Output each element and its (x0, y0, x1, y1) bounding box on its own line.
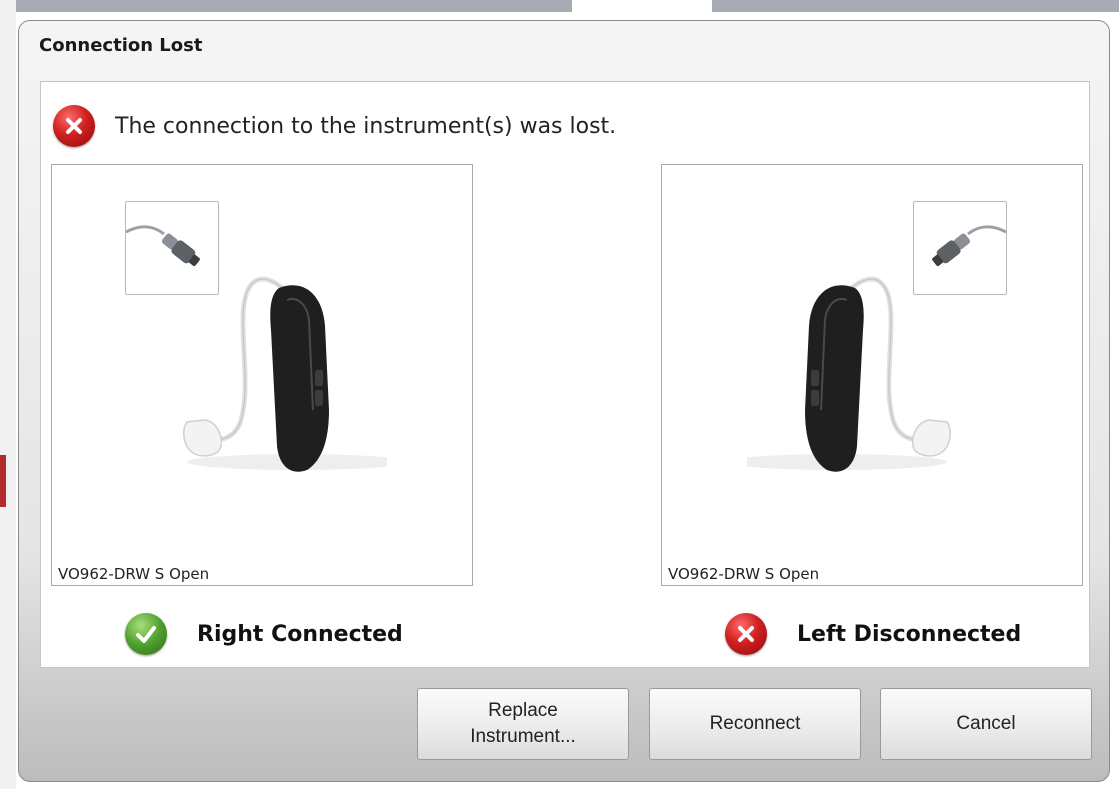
right-instrument-panel: VO962-DRW S Open (51, 164, 473, 586)
reconnect-button[interactable]: Reconnect (649, 688, 861, 760)
hearing-aid-image (147, 260, 407, 490)
instrument-model-label: VO962-DRW S Open (58, 565, 210, 583)
left-instrument-panel: VO962-DRW S Open (661, 164, 1083, 586)
replace-instrument-button[interactable]: Replace Instrument... (417, 688, 629, 760)
error-x-icon (725, 613, 767, 655)
message-row: The connection to the instrument(s) was … (53, 104, 616, 148)
error-message: The connection to the instrument(s) was … (115, 113, 617, 139)
connection-lost-dialog: Connection Lost The connection to the in… (18, 20, 1110, 782)
cancel-button[interactable]: Cancel (880, 688, 1092, 760)
right-status: Right Connected (125, 610, 403, 658)
right-status-label: Right Connected (197, 621, 403, 647)
left-status-label: Left Disconnected (797, 621, 1022, 647)
background-window-gap (572, 0, 712, 12)
checkmark-icon (125, 613, 167, 655)
background-window-left (0, 0, 16, 789)
background-accent (0, 455, 6, 507)
hearing-aid-image (727, 260, 987, 490)
instrument-model-label: VO962-DRW S Open (668, 565, 820, 583)
background-window-strip (0, 0, 1119, 12)
dialog-content: The connection to the instrument(s) was … (40, 81, 1090, 668)
left-status: Left Disconnected (725, 610, 1021, 658)
error-x-icon (53, 105, 95, 147)
dialog-title: Connection Lost (39, 35, 203, 56)
